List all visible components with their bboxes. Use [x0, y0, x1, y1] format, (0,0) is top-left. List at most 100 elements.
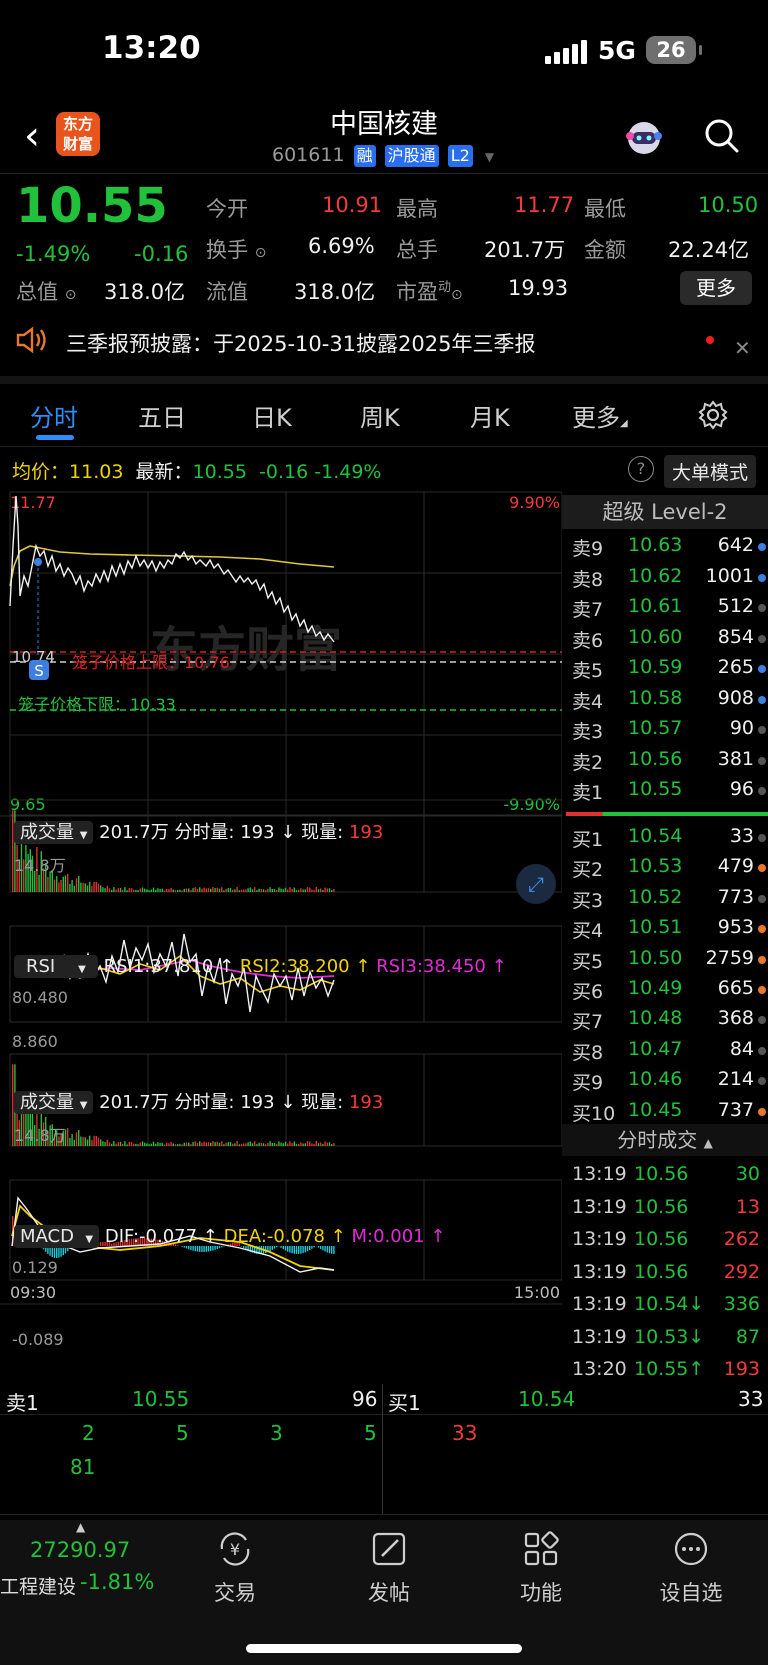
rsi2-value: RSI2:38.200 ↑: [239, 956, 371, 977]
sell-queue-item: 3: [270, 1421, 283, 1445]
index-value[interactable]: 27290.97: [30, 1538, 130, 1562]
volume-bar: [309, 1141, 311, 1146]
stock-code-line[interactable]: 601611 融 沪股通 L2 ▼: [272, 144, 494, 167]
volume-bar: [256, 890, 258, 892]
volume-bar: [196, 888, 199, 892]
info-icon[interactable]: ⊙: [65, 287, 77, 303]
ob-volume: 84: [729, 1037, 754, 1060]
volume-bar: [185, 888, 188, 892]
order-dot-icon: [758, 695, 766, 704]
volume-bar: [223, 890, 225, 892]
nav-post[interactable]: 发帖: [344, 1577, 434, 1607]
tab-weekly-k[interactable]: 周K: [360, 398, 400, 433]
settings-gear-icon[interactable]: [698, 400, 728, 430]
ob-volume: 479: [717, 855, 754, 878]
index-pct[interactable]: -1.81%: [80, 1570, 154, 1594]
ask-row[interactable]: 卖2 10.56 381: [562, 745, 768, 775]
bid-row[interactable]: 买5 10.50 2759: [562, 944, 768, 974]
volume-bar: [229, 1142, 232, 1146]
bid-row[interactable]: 买1 10.54 33: [562, 822, 768, 852]
bid-row[interactable]: 买6 10.49 665: [562, 974, 768, 1004]
tick-time: 13:19: [572, 1325, 627, 1348]
volume-indicator-select[interactable]: 成交量 ▼: [14, 821, 94, 844]
apps-grid-icon[interactable]: [522, 1530, 560, 1568]
info-icon[interactable]: ⊙: [451, 287, 463, 303]
bid-row[interactable]: 买4 10.51 953: [562, 913, 768, 943]
tab-daily-k[interactable]: 日K: [252, 398, 292, 433]
rsi-min-label: 8.860: [12, 1032, 58, 1051]
bid-row[interactable]: 买10 10.45 737: [562, 1096, 768, 1126]
level2-title[interactable]: 超级 Level-2: [562, 495, 768, 529]
tab-more[interactable]: 更多◢: [572, 398, 628, 433]
volume-bar: [298, 1143, 300, 1146]
ask-row[interactable]: 卖1 10.55 96: [562, 775, 768, 805]
volume-bar: [161, 1142, 163, 1146]
ob-price: 10.49: [628, 977, 683, 999]
volume-current: 193: [348, 822, 384, 843]
mktcap-value: 318.0亿: [104, 280, 186, 304]
expand-icon[interactable]: ⤢: [516, 864, 556, 904]
ask-row[interactable]: 卖6 10.60 854: [562, 623, 768, 653]
more-button[interactable]: 更多: [680, 271, 752, 305]
more-dots-icon[interactable]: [672, 1530, 710, 1568]
nav-trade[interactable]: 交易: [190, 1577, 280, 1607]
caret-down-icon: ▼: [484, 150, 495, 164]
tab-intraday[interactable]: 分时: [30, 398, 78, 433]
volume-bar: [135, 1143, 137, 1146]
nav-functions[interactable]: 功能: [496, 1577, 586, 1607]
volume-bar: [102, 887, 104, 892]
tick-trades-header[interactable]: 分时成交 ▲: [562, 1124, 768, 1156]
ask-row[interactable]: 卖4 10.58 908: [562, 684, 768, 714]
volume-bar: [150, 889, 152, 892]
help-icon[interactable]: ?: [628, 456, 654, 482]
last-price: 10.55: [16, 178, 168, 234]
notice-text[interactable]: 三季报预披露：于2025-10-31披露2025年三季报: [66, 328, 535, 358]
ob-label: 卖5: [572, 660, 604, 682]
volume-bar: [210, 888, 212, 892]
bid-row[interactable]: 买2 10.53 479: [562, 852, 768, 882]
volume-bar: [144, 888, 146, 892]
volume-bar: [64, 875, 67, 892]
info-icon[interactable]: ⊙: [255, 245, 267, 261]
order-dot-icon: [758, 1046, 766, 1055]
nav-add-watchlist[interactable]: 设自选: [646, 1577, 736, 1607]
tab-five-day[interactable]: 五日: [138, 398, 186, 433]
volume-bar: [135, 889, 137, 892]
index-name[interactable]: 工程建设: [0, 1572, 76, 1599]
ask-row[interactable]: 卖9 10.63 642: [562, 531, 768, 561]
volume-bar: [234, 889, 236, 892]
volume-bar: [207, 888, 210, 892]
volume-panel-header: 成交量 ▼ 201.7万 分时量: 193 ↓ 现量: 193: [14, 818, 383, 844]
macd-bar: [291, 1246, 293, 1254]
ob-price: 10.50: [628, 946, 683, 969]
rsi-indicator-select[interactable]: RSI ▼: [14, 955, 98, 978]
post-icon[interactable]: [370, 1530, 408, 1568]
ask-row[interactable]: 卖5 10.59 265: [562, 653, 768, 683]
ask-row[interactable]: 卖3 10.57 90: [562, 714, 768, 744]
volume-bar: [201, 888, 203, 892]
volume-bar: [238, 890, 240, 892]
trade-icon[interactable]: ¥: [216, 1530, 254, 1568]
search-icon[interactable]: [703, 117, 739, 153]
cage-lower-label: 笼子价格下限：10.33: [18, 695, 176, 714]
bid-row[interactable]: 买9 10.46 214: [562, 1065, 768, 1095]
big-order-mode-button[interactable]: 大单模式: [664, 455, 757, 488]
bid-row[interactable]: 买7 10.48 368: [562, 1004, 768, 1034]
volume2-indicator-select[interactable]: 成交量 ▼: [14, 1091, 94, 1114]
ask-row[interactable]: 卖8 10.62 1001: [562, 562, 768, 592]
macd-indicator-select[interactable]: MACD ▼: [14, 1225, 100, 1248]
robot-assistant-icon[interactable]: [622, 114, 666, 158]
bid-row[interactable]: 买3 10.52 773: [562, 883, 768, 913]
bid-row[interactable]: 买8 10.47 84: [562, 1035, 768, 1065]
volume-bar: [302, 889, 304, 892]
tick-price: 10.56: [634, 1228, 689, 1250]
tab-monthly-k[interactable]: 月K: [470, 398, 510, 433]
volume-bar: [73, 1139, 75, 1146]
section-divider: [0, 376, 768, 384]
ob-label: 卖8: [572, 568, 604, 591]
volume-bar: [227, 888, 229, 892]
status-bar: 13:20 5G 26: [0, 0, 768, 100]
ask-row[interactable]: 卖7 10.61 512: [562, 592, 768, 622]
close-icon[interactable]: ✕: [734, 336, 751, 360]
tick-price: 10.56: [634, 1163, 689, 1185]
